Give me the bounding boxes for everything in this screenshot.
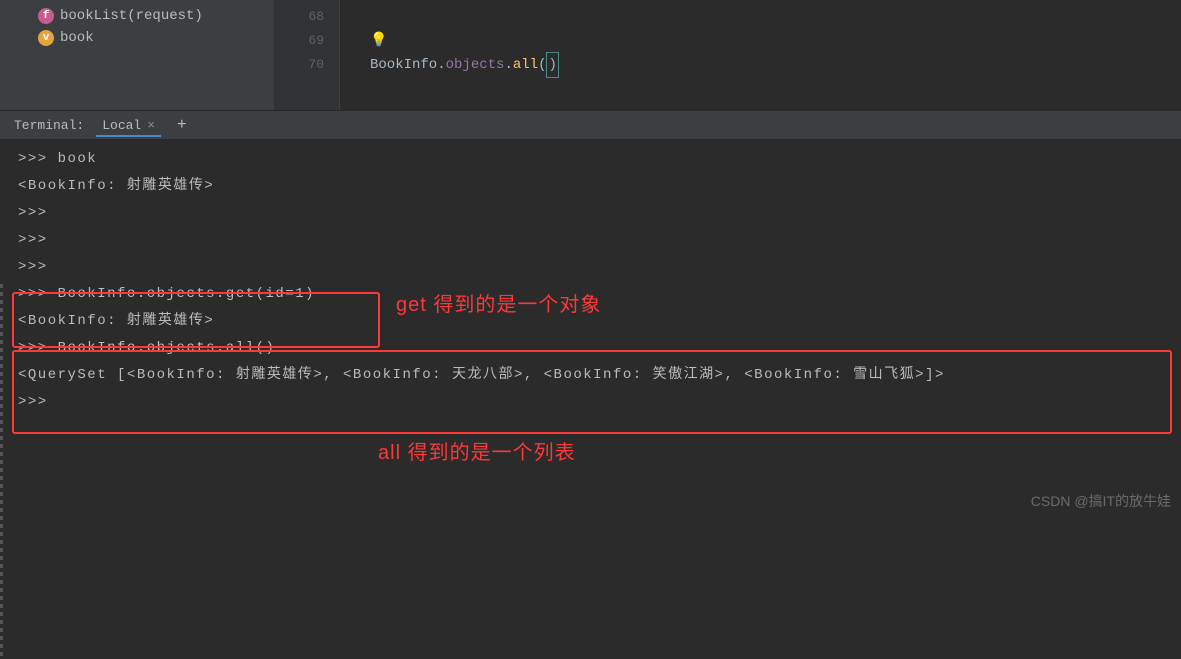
terminal-body[interactable]: >>> book <BookInfo: 射雕英雄传> >>> >>> >>> >…: [0, 140, 1181, 519]
annotation-get: get 得到的是一个对象: [396, 292, 601, 319]
terminal-tab-local[interactable]: Local ×: [96, 114, 161, 137]
code-class: BookInfo: [370, 53, 437, 77]
tree-item-function[interactable]: f bookList(request): [0, 5, 274, 27]
watermark: CSDN @搞IT的放牛娃: [1031, 488, 1171, 515]
tree-item-label: bookList(request): [60, 8, 203, 24]
add-tab-button[interactable]: +: [169, 116, 195, 134]
annotation-all: all 得到的是一个列表: [378, 440, 576, 467]
terminal-line: <BookInfo: 射雕英雄传>: [18, 173, 1181, 200]
lightbulb-icon[interactable]: 💡: [370, 29, 387, 53]
function-icon: f: [38, 8, 54, 24]
structure-sidebar: f bookList(request) v book: [0, 0, 275, 110]
line-gutter: 68 69 70: [275, 0, 340, 110]
close-icon[interactable]: ×: [147, 118, 155, 133]
line-number: 69: [275, 29, 324, 53]
code-method: all: [513, 53, 538, 77]
code-attr: objects: [446, 53, 505, 77]
terminal-line: >>>: [18, 389, 1181, 416]
code-area[interactable]: 💡 BookInfo.objects.all(): [340, 0, 1181, 110]
terminal-line: <QuerySet [<BookInfo: 射雕英雄传>, <BookInfo:…: [18, 362, 1181, 389]
tree-item-variable[interactable]: v book: [0, 27, 274, 49]
tree-item-label: book: [60, 30, 94, 46]
terminal-header: Terminal: Local × +: [0, 110, 1181, 140]
line-number: 70: [275, 53, 324, 77]
terminal-line: >>>: [18, 227, 1181, 254]
code-line-70[interactable]: BookInfo.objects.all(): [370, 53, 1181, 77]
code-editor[interactable]: 68 69 70 💡 BookInfo.objects.all(): [275, 0, 1181, 110]
scroll-strip: [0, 280, 3, 659]
terminal-line: >>>: [18, 200, 1181, 227]
terminal-line: >>>: [18, 254, 1181, 281]
terminal-title: Terminal:: [14, 118, 84, 133]
terminal-line: >>> book: [18, 146, 1181, 173]
variable-icon: v: [38, 30, 54, 46]
terminal-line: >>> BookInfo.objects.all(): [18, 335, 1181, 362]
tab-label: Local: [102, 118, 141, 133]
line-number: 68: [275, 5, 324, 29]
cursor-position: ): [546, 52, 558, 78]
